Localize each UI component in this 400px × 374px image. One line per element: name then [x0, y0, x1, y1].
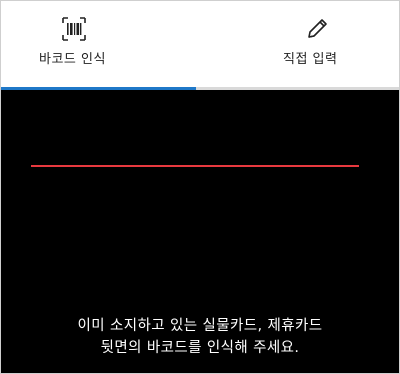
tab-manual-input[interactable]: 직접 입력	[200, 1, 399, 89]
camera-viewfinder: 이미 소지하고 있는 실물카드, 제휴카드 뒷면의 바코드를 인식해 주세요.	[1, 90, 399, 373]
scan-guide-line-2: 뒷면의 바코드를 인식해 주세요.	[100, 340, 300, 356]
barcode-registration-screen: 바코드 인식 직접 입력 이미 소지하고 있는 실물카드, 제휴카드 뒷면의 바…	[0, 0, 400, 374]
pencil-icon	[308, 19, 327, 38]
tab-manual-input-label: 직접 입력	[283, 52, 338, 67]
tab-barcode-scan[interactable]: 바코드 인식	[1, 1, 200, 89]
scan-guide-line-1: 이미 소지하고 있는 실물카드, 제휴카드	[77, 318, 323, 334]
tab-bar: 바코드 인식 직접 입력	[1, 1, 399, 89]
tab-barcode-scan-label: 바코드 인식	[39, 52, 106, 67]
scan-guide-text: 이미 소지하고 있는 실물카드, 제휴카드 뒷면의 바코드를 인식해 주세요.	[1, 315, 399, 359]
barcode-scan-icon	[62, 17, 86, 41]
scan-line	[31, 165, 359, 167]
